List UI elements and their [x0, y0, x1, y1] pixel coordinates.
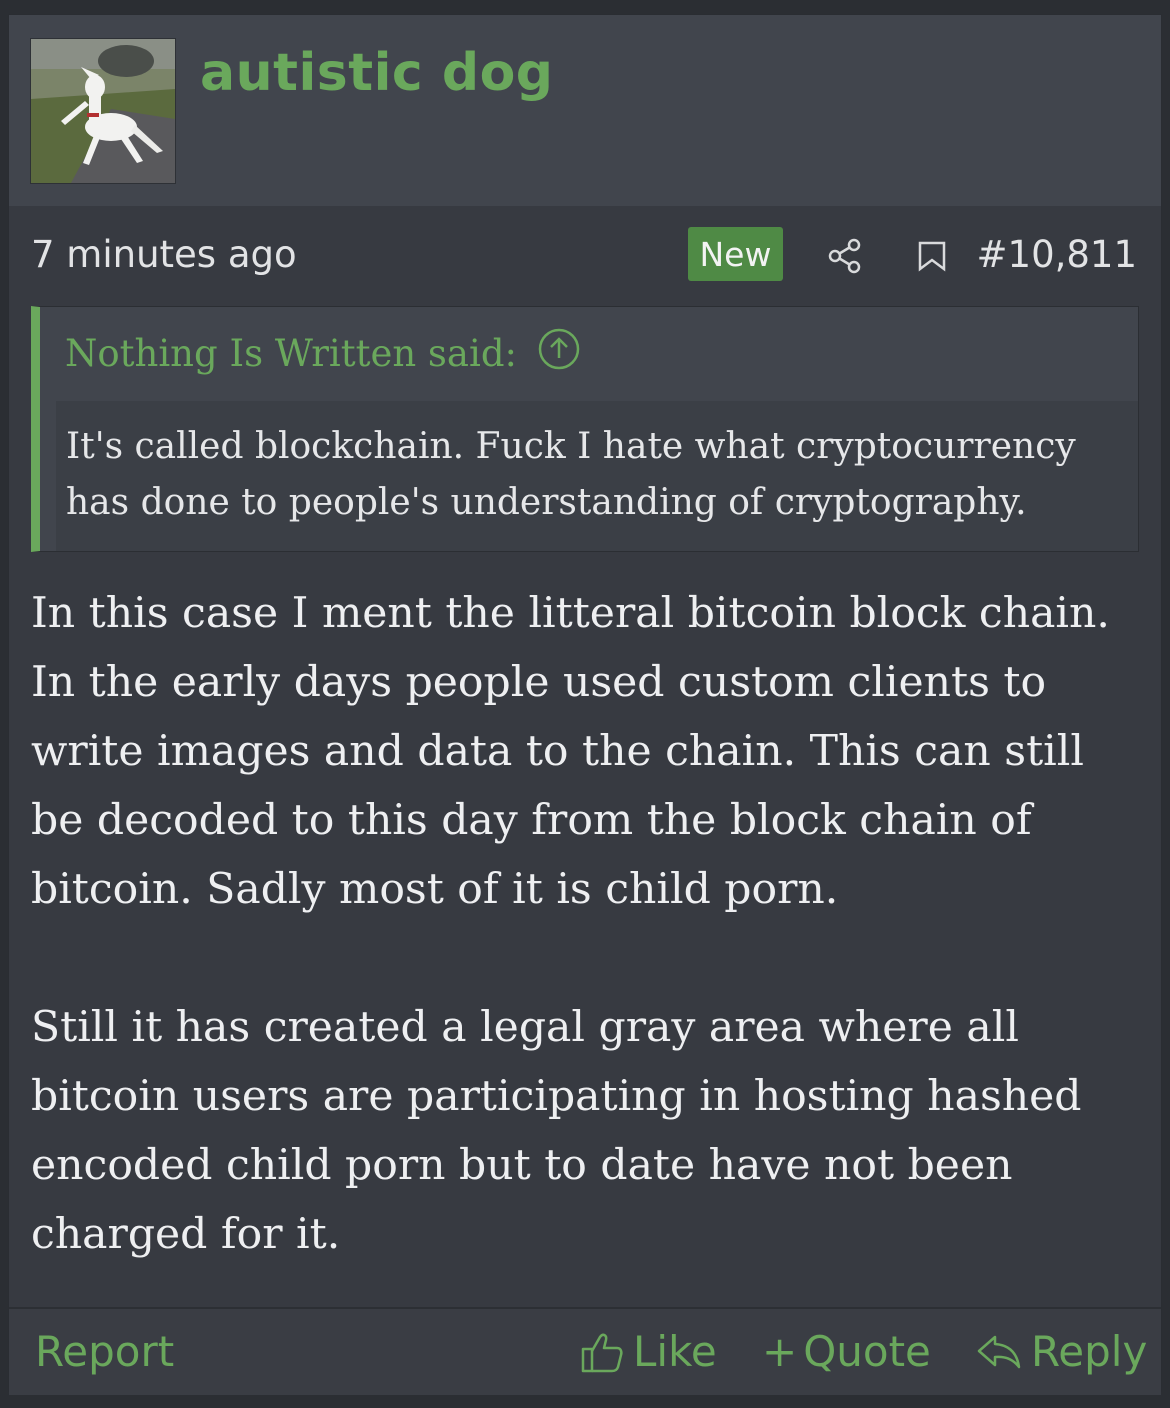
- post-paragraph: In this case I ment the litteral bitcoin…: [31, 589, 1110, 914]
- share-icon[interactable]: [826, 237, 864, 275]
- quote-text: It's called blockchain. Fuck I hate what…: [56, 401, 1138, 551]
- thumbs-up-icon: [581, 1333, 623, 1372]
- post-paragraph: Still it has created a legal gray area w…: [31, 1003, 1082, 1259]
- reply-arrow-icon: [977, 1335, 1021, 1368]
- reply-label: Reply: [1031, 1327, 1148, 1376]
- post-footer: Report Like + Quote Reply: [9, 1307, 1161, 1395]
- quote-label: Quote: [803, 1327, 931, 1376]
- report-button[interactable]: Report: [35, 1327, 174, 1376]
- plus-icon: +: [762, 1327, 798, 1376]
- post-timestamp[interactable]: 7 minutes ago: [31, 233, 297, 276]
- arrow-up-circle-icon[interactable]: [537, 327, 581, 380]
- reply-button[interactable]: Reply: [975, 1327, 1147, 1376]
- post-user-header: autistic dog: [9, 15, 1161, 206]
- username[interactable]: autistic dog: [200, 43, 554, 103]
- quote-header[interactable]: Nothing Is Written said:: [65, 327, 581, 380]
- post-meta-bar: 7 minutes ago New #10,811: [9, 225, 1161, 285]
- post-number-link[interactable]: #10,811: [977, 233, 1137, 276]
- post-body: In this case I ment the litteral bitcoin…: [31, 579, 1141, 1269]
- like-button[interactable]: Like: [579, 1327, 717, 1376]
- user-arrow: [87, 191, 119, 206]
- avatar[interactable]: [30, 38, 176, 184]
- like-label: Like: [633, 1327, 717, 1376]
- bookmark-icon[interactable]: [913, 237, 951, 275]
- quote-author[interactable]: Nothing Is Written said:: [65, 332, 517, 375]
- new-badge: New: [688, 227, 783, 281]
- post-card: autistic dog 7 minutes ago New #10,811 N…: [8, 14, 1162, 1395]
- quote-block: Nothing Is Written said: It's called blo…: [31, 306, 1139, 552]
- quote-button[interactable]: + Quote: [762, 1327, 931, 1376]
